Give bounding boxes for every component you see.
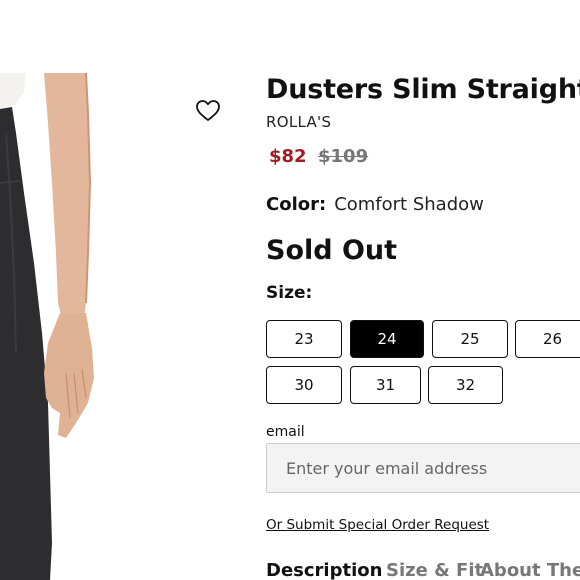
- special-order-link[interactable]: Or Submit Special Order Request: [266, 517, 489, 533]
- product-brand[interactable]: ROLLA'S: [266, 113, 331, 131]
- email-label: email: [266, 424, 305, 440]
- product-image[interactable]: [0, 73, 250, 580]
- product-info: Dusters Slim Straight ROLLA'S $82 $109 C…: [266, 0, 580, 580]
- size-option[interactable]: 30: [266, 366, 342, 404]
- sale-price: $82: [269, 146, 307, 167]
- size-option[interactable]: 25: [432, 320, 508, 358]
- tab-about[interactable]: About The: [480, 560, 580, 580]
- size-option[interactable]: 32: [428, 366, 503, 404]
- original-price: $109: [318, 146, 369, 167]
- color-value: Comfort Shadow: [334, 194, 484, 215]
- color-label: Color:: [266, 194, 327, 215]
- availability-status: Sold Out: [266, 235, 398, 266]
- size-option[interactable]: 31: [350, 366, 421, 404]
- wishlist-heart-icon[interactable]: [195, 99, 221, 123]
- tab-description[interactable]: Description: [266, 560, 382, 580]
- email-input[interactable]: [266, 443, 580, 493]
- size-option[interactable]: 23: [266, 320, 342, 358]
- size-option[interactable]: 26: [515, 320, 580, 358]
- color-row: Color: Comfort Shadow: [266, 194, 484, 215]
- size-label: Size:: [266, 283, 313, 303]
- product-photo: [0, 73, 94, 580]
- product-title: Dusters Slim Straight: [266, 74, 580, 105]
- tab-size-fit[interactable]: Size & Fit: [386, 560, 483, 580]
- size-option-selected[interactable]: 24: [350, 320, 424, 358]
